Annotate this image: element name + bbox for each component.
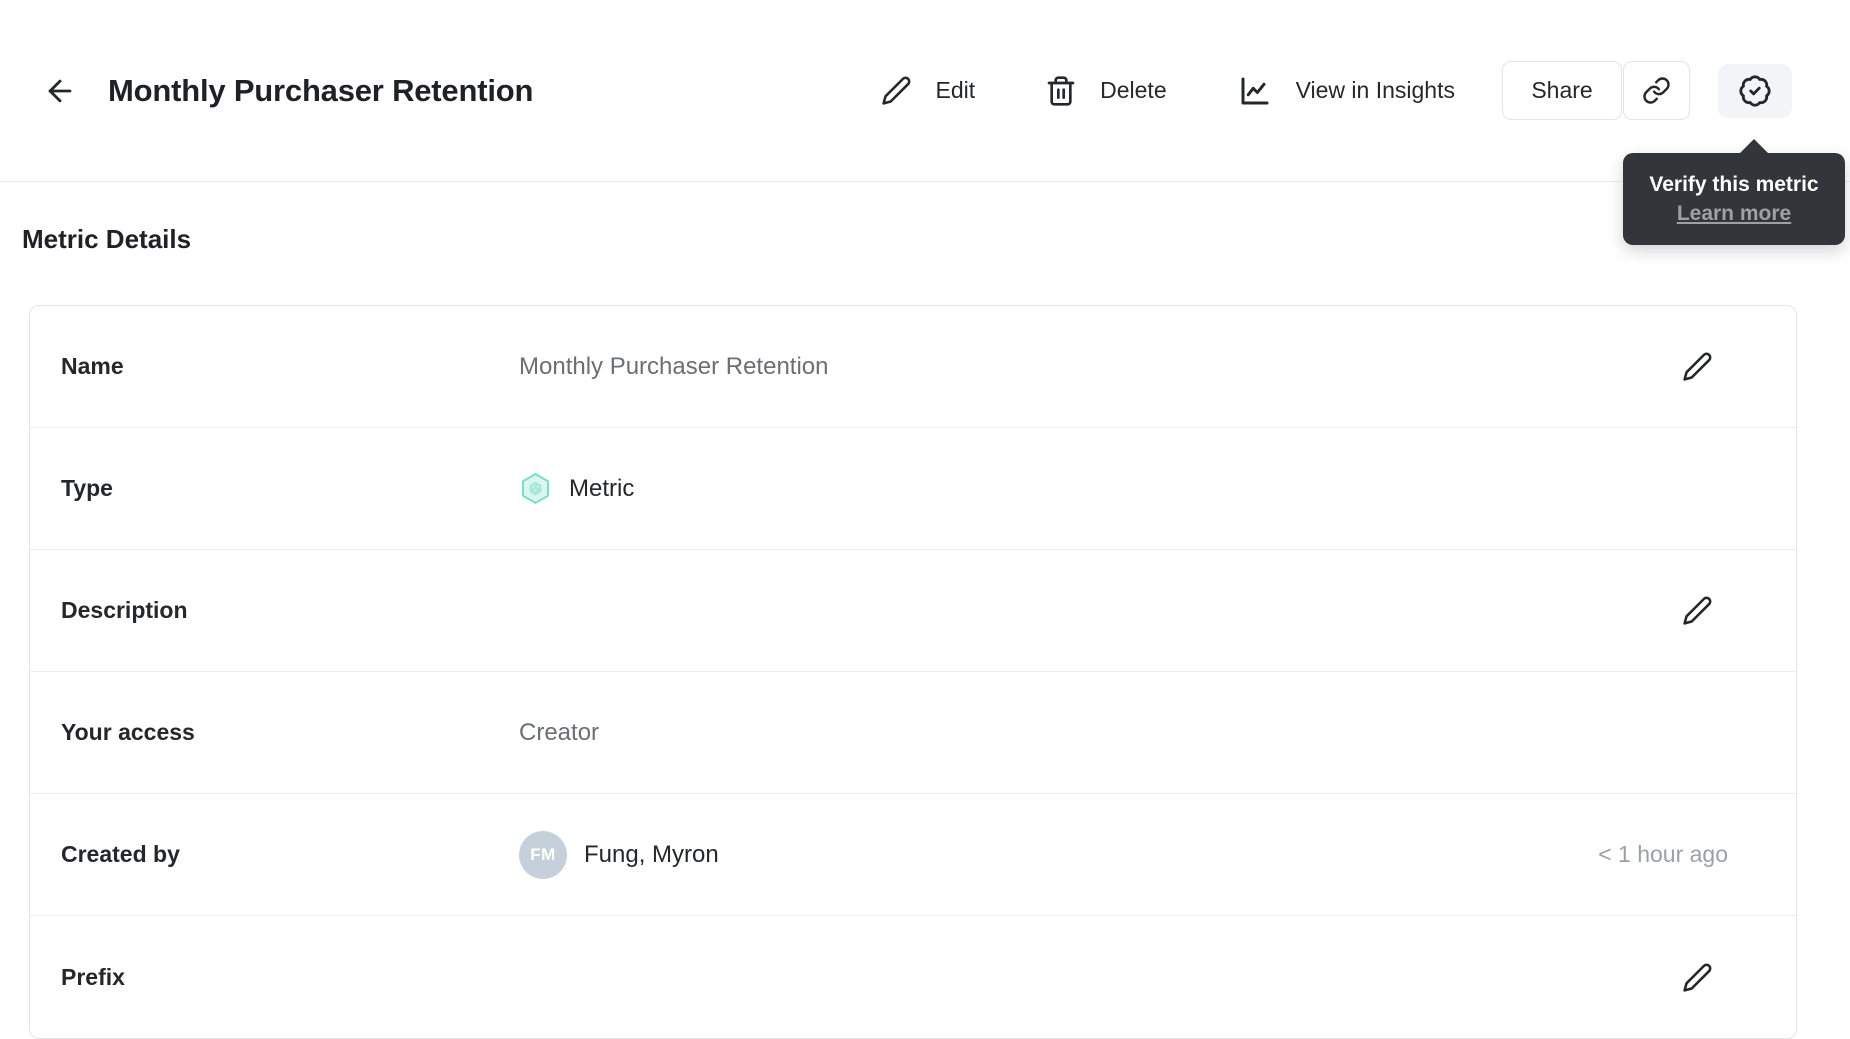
line-chart-icon bbox=[1241, 77, 1269, 104]
edit-button[interactable]: Edit bbox=[881, 75, 975, 106]
edit-description-button[interactable] bbox=[1680, 594, 1714, 628]
edit-name-button[interactable] bbox=[1680, 350, 1714, 384]
delete-button[interactable]: Delete bbox=[1045, 75, 1167, 107]
header-actions: Edit Delete View in Insights Share bbox=[881, 61, 1792, 120]
row-created-by-value: FM Fung, Myron bbox=[519, 830, 1598, 879]
verify-tooltip-learn-more-link[interactable]: Learn more bbox=[1677, 202, 1791, 226]
back-button[interactable] bbox=[42, 73, 78, 109]
section-heading: Metric Details bbox=[22, 224, 192, 254]
metric-details-card: Name Monthly Purchaser Retention Type Me… bbox=[29, 305, 1797, 1039]
row-description: Description bbox=[30, 550, 1796, 672]
row-description-label: Description bbox=[61, 597, 188, 623]
edit-button-label: Edit bbox=[935, 77, 976, 103]
row-your-access-label: Your access bbox=[61, 719, 195, 745]
created-by-name: Fung, Myron bbox=[584, 840, 719, 868]
row-prefix: Prefix bbox=[30, 916, 1796, 1038]
pencil-icon bbox=[1682, 963, 1711, 992]
row-created-by-label: Created by bbox=[61, 841, 180, 867]
link-icon bbox=[1643, 77, 1670, 104]
row-type-label: Type bbox=[61, 475, 113, 501]
pencil-icon bbox=[882, 76, 911, 105]
hexagon-metric-icon bbox=[521, 473, 550, 504]
badge-check-icon bbox=[1739, 74, 1771, 107]
pencil-icon bbox=[1682, 596, 1711, 625]
view-in-insights-button[interactable]: View in Insights bbox=[1237, 73, 1455, 109]
share-button-label: Share bbox=[1531, 77, 1593, 103]
pencil-icon bbox=[1682, 352, 1711, 381]
row-type: Type Metric bbox=[30, 428, 1796, 550]
row-created-by: Created by FM Fung, Myron < 1 hour ago bbox=[30, 794, 1796, 916]
view-in-insights-label: View in Insights bbox=[1295, 77, 1455, 103]
copy-link-button[interactable] bbox=[1623, 61, 1690, 120]
row-your-access: Your access Creator bbox=[30, 672, 1796, 794]
arrow-left-icon bbox=[48, 79, 72, 102]
row-type-value: Metric bbox=[519, 472, 1728, 505]
row-name: Name Monthly Purchaser Retention bbox=[30, 306, 1796, 428]
share-button[interactable]: Share bbox=[1502, 61, 1622, 120]
metric-details-page: { "header": { "title": "Monthly Purchase… bbox=[0, 0, 1850, 1039]
row-prefix-label: Prefix bbox=[61, 963, 125, 990]
delete-button-label: Delete bbox=[1100, 77, 1167, 103]
page-title: Monthly Purchaser Retention bbox=[108, 72, 534, 108]
row-name-label: Name bbox=[61, 353, 124, 379]
verify-metric-button[interactable] bbox=[1718, 63, 1792, 118]
avatar: FM bbox=[519, 830, 567, 879]
verify-tooltip-title: Verify this metric bbox=[1649, 172, 1819, 196]
edit-prefix-button[interactable] bbox=[1680, 960, 1714, 994]
row-your-access-value: Creator bbox=[519, 718, 600, 746]
created-timestamp: < 1 hour ago bbox=[1598, 841, 1728, 867]
row-name-value: Monthly Purchaser Retention bbox=[519, 352, 829, 380]
trash-icon bbox=[1047, 75, 1075, 106]
header: Monthly Purchaser Retention Edit Delete … bbox=[0, 0, 1850, 182]
row-type-value-text: Metric bbox=[569, 474, 635, 502]
verify-tooltip: Verify this metric Learn more bbox=[1623, 139, 1845, 245]
